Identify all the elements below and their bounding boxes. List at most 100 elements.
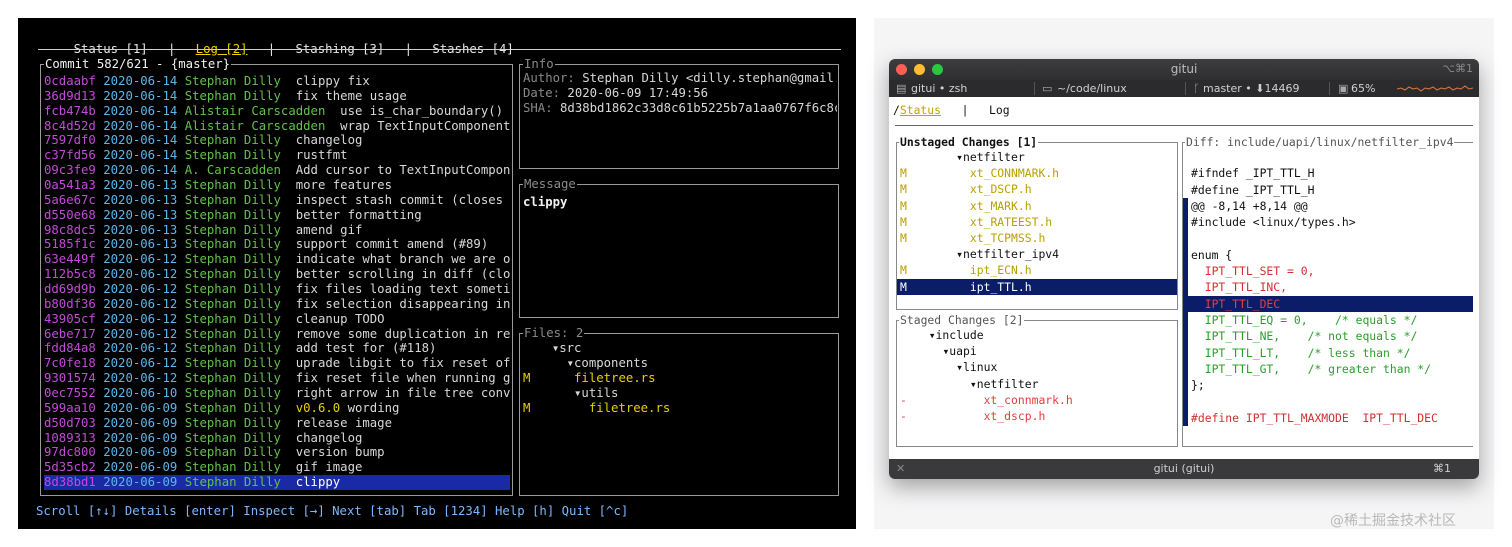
tree-item[interactable]: M ipt_ECN.h xyxy=(897,262,1177,278)
diff-line[interactable]: }; xyxy=(1183,377,1473,394)
tree-item[interactable]: M xt_TCPMSS.h xyxy=(897,230,1177,246)
tree-item[interactable]: ▾netfilter_ipv4 xyxy=(897,246,1177,262)
commit-row[interactable]: 7597df0 2020-06-14 Stephan Dilly changel… xyxy=(44,133,510,148)
tree-item[interactable]: M xt_MARK.h xyxy=(897,198,1177,214)
commit-date: 2020-06-12 xyxy=(103,371,178,386)
unstaged-changes-panel[interactable]: Unstaged Changes [1] ▾netfilter M xt_CONN… xyxy=(896,135,1178,310)
cpu-icon: ▣ xyxy=(1338,82,1349,95)
commit-row[interactable]: 36d9d13 2020-06-14 Stephan Dilly fix the… xyxy=(44,89,510,104)
tab-status[interactable]: Status xyxy=(900,103,941,117)
tree-item[interactable]: M ipt_TTL.h xyxy=(897,278,1177,295)
commit-sha: 9301574 xyxy=(44,371,96,386)
commit-row[interactable]: 5185f1c 2020-06-13 Stephan Dilly support… xyxy=(44,237,510,252)
commit-row[interactable]: 09c3fe9 2020-06-14 A. Carscadden Add cur… xyxy=(44,163,510,178)
window-shortcut: ⌥⌘1 xyxy=(1442,62,1473,75)
diff-line[interactable]: #include <linux/types.h> xyxy=(1183,214,1473,231)
file-tree-item[interactable]: ▾utils xyxy=(523,386,837,401)
commit-list-panel[interactable]: Commit 582/621 - {master} 0cdaabf 2020-0… xyxy=(40,57,513,496)
commit-sha: 43905cf xyxy=(44,311,96,326)
tmux-bar: ▤ gitui • zsh ▭ ~/code/linux ᚴ master • … xyxy=(889,80,1479,97)
tree-item[interactable]: - xt_connmark.h xyxy=(897,392,1177,408)
commit-author: Stephan Dilly xyxy=(184,475,281,490)
commit-row[interactable]: 0cdaabf 2020-06-14 Stephan Dilly clippy … xyxy=(44,74,510,89)
commit-sha: 09c3fe9 xyxy=(44,163,96,178)
file-tree-item[interactable]: ▾src xyxy=(523,341,837,356)
folder-icon: ▭ xyxy=(1042,82,1053,95)
commit-row[interactable]: b80df36 2020-06-12 Stephan Dilly fix sel… xyxy=(44,297,510,312)
commit-sha: b80df36 xyxy=(44,296,96,311)
commit-row[interactable]: 6ebe717 2020-06-12 Stephan Dilly remove … xyxy=(44,327,510,342)
commit-row[interactable]: 5d35cb2 2020-06-09 Stephan Dilly gif ima… xyxy=(44,460,510,475)
staged-tree: ▾include ▾uapi ▾linux ▾netfilter - xt_con… xyxy=(897,327,1177,424)
diff-line[interactable]: IPT_TTL_SET = 0, xyxy=(1183,263,1473,280)
diff-line[interactable]: #define IPT_TTL_MAXMODE IPT_TTL_DEC xyxy=(1183,409,1473,427)
gitui-status-view: /Status | Log Unstaged Changes [1] ▾netf… xyxy=(889,97,1479,455)
commit-row[interactable]: 98c8dc5 2020-06-13 Stephan Dilly amend g… xyxy=(44,223,510,238)
diff-line[interactable]: @@ -8,14 +8,14 @@ xyxy=(1183,197,1473,215)
diff-line[interactable]: #ifndef _IPT_TTL_H xyxy=(1183,165,1473,181)
commit-row[interactable]: 0a541a3 2020-06-13 Stephan Dilly more fe… xyxy=(44,178,510,193)
commit-date: 2020-06-14 xyxy=(103,103,178,118)
commit-row[interactable]: c37fd56 2020-06-14 Stephan Dilly rustfmt xyxy=(44,148,510,163)
commit-row[interactable]: 9301574 2020-06-12 Stephan Dilly fix res… xyxy=(44,371,510,386)
commit-row[interactable]: d550e68 2020-06-13 Stephan Dilly better … xyxy=(44,208,510,223)
diff-line[interactable] xyxy=(1183,393,1473,410)
commit-row[interactable]: 8c4d52d 2020-06-14 Alistair Carscadden w… xyxy=(44,119,510,134)
commit-message: changelog xyxy=(295,133,363,148)
commit-message: Add cursor to TextInputComponent xyxy=(295,163,510,178)
commit-author: Stephan Dilly xyxy=(184,237,281,252)
commit-message: rustfmt xyxy=(295,148,348,163)
diff-line[interactable]: #define _IPT_TTL_H xyxy=(1183,182,1473,198)
commit-date: 2020-06-12 xyxy=(103,252,178,267)
commit-row[interactable]: 112b5c8 2020-06-12 Stephan Dilly better … xyxy=(44,267,510,282)
commit-message: changelog xyxy=(295,430,363,445)
commit-row[interactable]: 5a6e67c 2020-06-13 Stephan Dilly inspect… xyxy=(44,193,510,208)
diff-line[interactable]: IPT_TTL_GT, /* greater than */ xyxy=(1183,360,1473,378)
info-date: Date: 2020-06-09 17:49:56 xyxy=(523,86,709,100)
file-tree-item[interactable]: M filetree.rs xyxy=(523,401,837,416)
diff-line[interactable] xyxy=(1183,230,1473,247)
diff-line[interactable]: IPT_TTL_NE, /* not equals */ xyxy=(1183,328,1473,345)
file-tree-item[interactable]: ▾components xyxy=(523,356,837,371)
commit-row[interactable]: 63e449f 2020-06-12 Stephan Dilly indicat… xyxy=(44,252,510,267)
commit-row[interactable]: 1089313 2020-06-09 Stephan Dilly changel… xyxy=(44,431,510,446)
tree-item[interactable]: ▾uapi xyxy=(897,343,1177,359)
commit-row[interactable]: dd69d9b 2020-06-12 Stephan Dilly fix fil… xyxy=(44,282,510,297)
tree-item[interactable]: M xt_CONNMARK.h xyxy=(897,165,1177,181)
tree-item[interactable]: M xt_RATEEST.h xyxy=(897,214,1177,230)
commit-row[interactable]: 43905cf 2020-06-12 Stephan Dilly cleanup… xyxy=(44,312,510,327)
diff-line[interactable]: IPT_TTL_INC, xyxy=(1183,279,1473,296)
commit-row[interactable]: fdd84a8 2020-06-12 Stephan Dilly add tes… xyxy=(44,341,510,356)
diff-line[interactable] xyxy=(1183,149,1473,165)
commit-row[interactable]: 7c0fe18 2020-06-12 Stephan Dilly uprade … xyxy=(44,356,510,371)
diff-line[interactable]: enum { xyxy=(1183,246,1473,264)
tmux-path: ~/code/linux xyxy=(1057,82,1127,95)
gitui-terminal-left: Status [1]|Log [2]|Stashing [3]|Stashes … xyxy=(18,18,856,529)
commit-sha: 599aa10 xyxy=(44,400,96,415)
tree-item[interactable]: - xt_dscp.h xyxy=(897,408,1177,424)
commit-message: fix theme usage xyxy=(295,88,407,103)
commit-date: 2020-06-09 xyxy=(103,445,178,460)
commit-row[interactable]: fcb474b 2020-06-14 Alistair Carscadden u… xyxy=(44,104,510,119)
diff-line[interactable]: IPT_TTL_DEC xyxy=(1183,295,1473,312)
file-tree-item[interactable]: M filetree.rs xyxy=(523,371,837,386)
tmux-branch: master • ⬇14469 xyxy=(1203,82,1300,95)
tree-item[interactable]: ▾netfilter xyxy=(897,149,1177,165)
diff-panel[interactable]: Diff: include/uapi/linux/netfilter_ipv4 … xyxy=(1182,135,1473,447)
tree-item[interactable]: ▾linux xyxy=(897,359,1177,375)
commit-row[interactable]: d50d703 2020-06-09 Stephan Dilly release… xyxy=(44,416,510,431)
commit-row[interactable]: 599aa10 2020-06-09 Stephan Dilly v0.6.0 … xyxy=(44,401,510,416)
commit-row[interactable]: 0ec7552 2020-06-10 Stephan Dilly right a… xyxy=(44,386,510,401)
commit-sha: 0cdaabf xyxy=(44,74,96,88)
commit-row[interactable]: 8d38bd1 2020-06-09 Stephan Dilly clippy xyxy=(44,475,510,491)
tab-log[interactable]: Log xyxy=(989,103,1010,117)
tree-item[interactable]: M xt_DSCP.h xyxy=(897,181,1177,197)
commit-row[interactable]: 97dc800 2020-06-09 Stephan Dilly version… xyxy=(44,445,510,460)
diff-line[interactable]: IPT_TTL_LT, /* less than */ xyxy=(1183,344,1473,361)
files-panel[interactable]: Files: 2 ▾src ▾components M filetree.rs ▾… xyxy=(519,326,839,496)
commit-message: better formatting xyxy=(295,207,422,222)
tree-item[interactable]: ▾include xyxy=(897,327,1177,343)
diff-line[interactable]: IPT_TTL_EQ = 0, /* equals */ xyxy=(1183,311,1473,329)
staged-changes-panel[interactable]: Staged Changes [2] ▾include ▾uapi ▾linux… xyxy=(896,313,1178,447)
tree-item[interactable]: ▾netfilter xyxy=(897,376,1177,392)
